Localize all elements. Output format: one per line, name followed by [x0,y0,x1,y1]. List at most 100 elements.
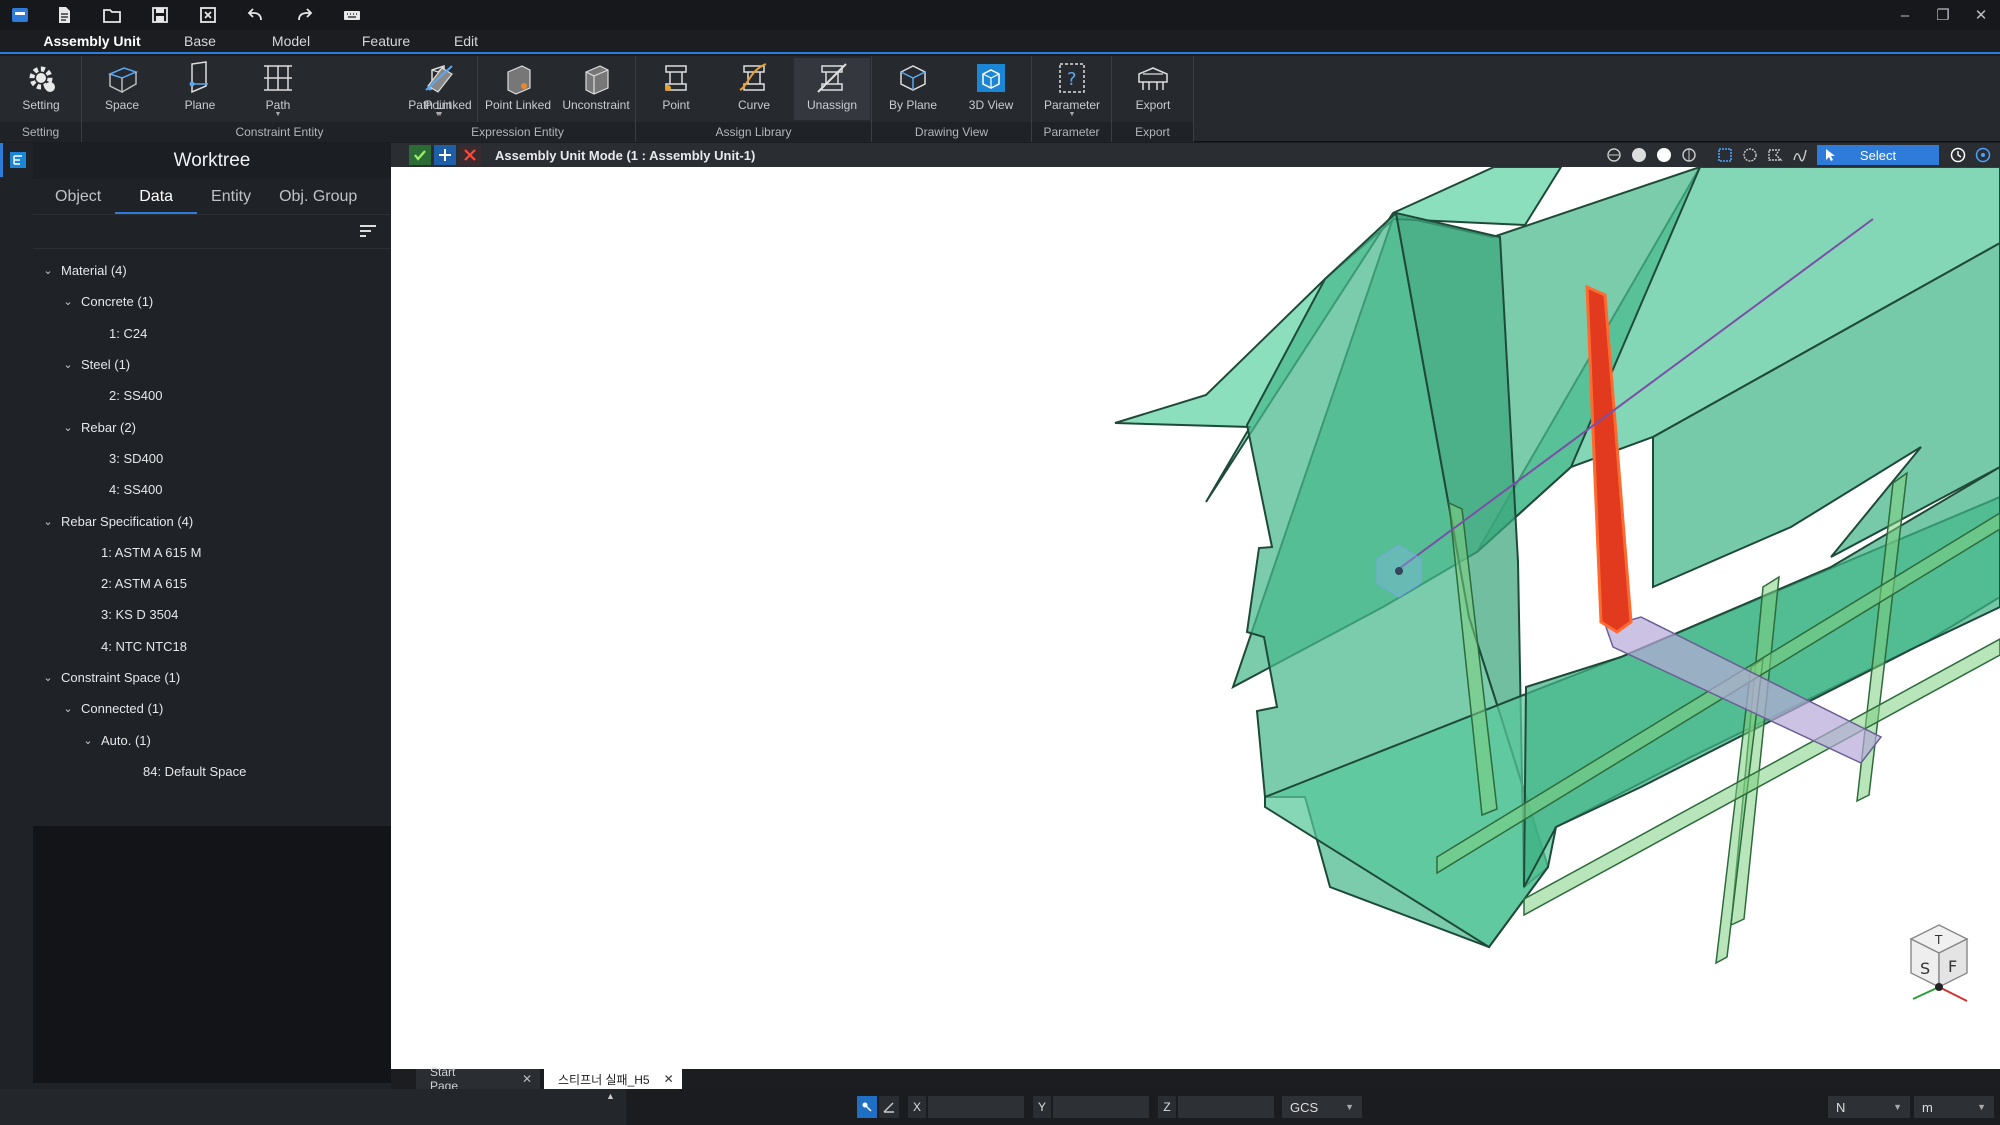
tree-node[interactable]: 4: SS400 [33,474,391,505]
chevron-down-icon[interactable]: ⌄ [41,515,55,528]
assign-curve-button[interactable]: Curve [716,58,792,120]
close-window-button[interactable]: ✕ [1962,0,2000,30]
length-unit-dropdown[interactable]: m ▼ [1914,1096,1994,1118]
snap-toggle-icon[interactable] [857,1096,877,1118]
chevron-down-icon[interactable]: ⌄ [61,421,75,434]
tab-obj-group[interactable]: Obj. Group [265,179,371,214]
tree-node-label: 2: ASTM A 615 [101,576,187,592]
tab-assembly-unit[interactable]: Assembly Unit [25,33,159,54]
circle-select-icon[interactable] [1739,145,1761,165]
cancel-icon[interactable] [459,145,481,165]
save-icon[interactable] [136,0,184,30]
clock-icon[interactable] [1947,145,1969,165]
redo-icon[interactable] [280,0,328,30]
path-linked-button[interactable]: Path Linked ▼ [402,58,478,120]
undo-icon[interactable] [232,0,280,30]
tree-node[interactable]: ⌄ Connected (1) [33,693,391,724]
ribbon-group-label: Assign Library [636,122,871,142]
tree-node[interactable]: ⌄ Concrete (1) [33,286,391,317]
model-scene[interactable]: T S F [391,167,2000,1069]
box-select-icon[interactable] [1714,145,1736,165]
tab-feature[interactable]: Feature [341,33,431,52]
tab-model[interactable]: Model [241,33,341,52]
angle-snap-icon[interactable] [879,1096,899,1118]
app-logo-icon[interactable] [0,0,40,30]
assign-point-button[interactable]: Point [638,58,714,120]
shaded-edges-icon[interactable] [1653,145,1675,165]
tree-icon [10,152,26,168]
polygon-select-icon[interactable] [1764,145,1786,165]
tree-node[interactable]: 4: NTC NTC18 [33,631,391,662]
view-cube[interactable]: T S F [1909,924,1969,1002]
chevron-up-icon[interactable]: ▲ [606,1091,615,1101]
tab-data[interactable]: Data [115,179,198,214]
by-plane-label: By Plane [888,98,938,112]
doc-tab-current[interactable]: 스티프너 실패_H5 ✕ [544,1069,682,1089]
space-button[interactable]: Space [86,58,158,120]
close-icon[interactable]: ✕ [664,1072,674,1086]
z-input[interactable] [1178,1096,1274,1118]
view-rotate-icon[interactable] [1603,145,1625,165]
y-input[interactable] [1053,1096,1149,1118]
point-linked-button[interactable]: Point Linked [480,58,556,120]
chevron-down-icon[interactable]: ⌄ [61,295,75,308]
tree-node[interactable]: 3: KS D 3504 [33,599,391,630]
3d-viewport[interactable]: Assembly Unit Mode (1 : Assembly Unit-1)… [391,143,2000,1069]
coordinate-system-dropdown[interactable]: GCS ▼ [1282,1096,1362,1118]
mode-status-text: Assembly Unit Mode (1 : Assembly Unit-1) [495,147,756,163]
unconstraint-button[interactable]: Unconstraint [558,58,634,120]
tab-entity[interactable]: Entity [197,179,265,214]
chevron-down-icon[interactable]: ⌄ [61,702,75,715]
tree-node[interactable]: 2: SS400 [33,380,391,411]
tree-node[interactable]: 3: SD400 [33,443,391,474]
shaded-icon[interactable] [1628,145,1650,165]
wireframe-icon[interactable] [1678,145,1700,165]
x-input[interactable] [928,1096,1024,1118]
tree-node[interactable]: 84: Default Space [33,756,391,787]
path-button[interactable]: Path ▼ [242,58,314,120]
chevron-down-icon[interactable]: ⌄ [41,671,55,684]
chevron-down-icon[interactable]: ⌄ [61,358,75,371]
3d-view-button[interactable]: 3D View [954,58,1028,120]
setting-button[interactable]: Setting [5,58,77,120]
close-file-icon[interactable] [184,0,232,30]
minimize-button[interactable]: – [1886,0,1924,30]
tree-node[interactable]: ⌄ Auto. (1) [33,724,391,755]
tree-node[interactable]: 2: ASTM A 615 [33,568,391,599]
by-plane-button[interactable]: By Plane [876,58,950,120]
tree-node[interactable]: 1: C24 [33,318,391,349]
close-icon[interactable]: ✕ [522,1072,532,1086]
freehand-select-icon[interactable] [1789,145,1811,165]
tree-node[interactable]: ⌄ Rebar Specification (4) [33,505,391,536]
tab-edit[interactable]: Edit [431,33,501,52]
tree-node[interactable]: ⌄ Constraint Space (1) [33,662,391,693]
worktree-toggle-button[interactable] [0,143,33,177]
unassign-button[interactable]: Unassign [794,58,870,120]
tree-node-label: 84: Default Space [143,763,247,779]
tree-node[interactable]: ⌄ Material (4) [33,255,391,286]
doc-tab-start-page[interactable]: Start Page ✕ [416,1065,540,1093]
open-folder-icon[interactable] [88,0,136,30]
x-label: X [908,1096,926,1118]
plane-button[interactable]: Plane [164,58,236,120]
restore-button[interactable]: ❐ [1924,0,1962,30]
add-icon[interactable] [434,145,456,165]
ribbon-group-export: Export Export [1112,56,1194,142]
sort-icon[interactable] [359,223,377,239]
tree-node[interactable]: ⌄ Steel (1) [33,349,391,380]
tab-base[interactable]: Base [159,33,241,52]
force-unit-dropdown[interactable]: N ▼ [1828,1096,1910,1118]
chevron-down-icon[interactable]: ⌄ [41,264,55,277]
tree-node[interactable]: 1: ASTM A 615 M [33,537,391,568]
parameter-button[interactable]: ? Parameter ▼ [1035,58,1109,120]
select-mode-dropdown[interactable]: Select [1817,145,1939,165]
chevron-down-icon: ▼ [1068,111,1076,118]
tab-object[interactable]: Object [41,179,115,214]
export-button[interactable]: Export [1116,58,1190,120]
confirm-icon[interactable] [409,145,431,165]
keyboard-icon[interactable] [328,0,376,30]
new-file-icon[interactable] [40,0,88,30]
chevron-down-icon[interactable]: ⌄ [81,734,95,747]
tree-node[interactable]: ⌄ Rebar (2) [33,411,391,442]
snap-icon[interactable] [1972,145,1994,165]
